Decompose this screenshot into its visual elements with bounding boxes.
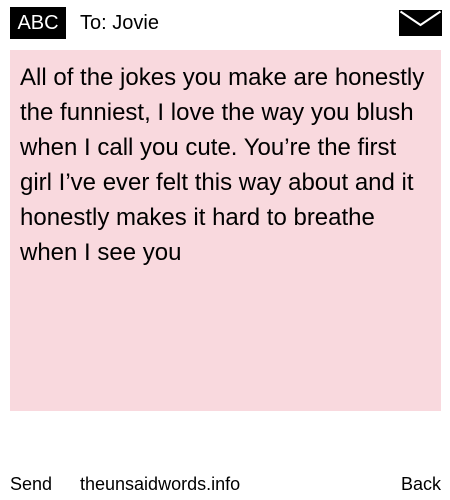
- envelope-icon: [399, 10, 442, 36]
- back-softkey[interactable]: Back: [401, 473, 441, 495]
- message-body-field[interactable]: All of the jokes you make are honestly t…: [10, 50, 441, 411]
- phone-sms-screen: ABC To: Jovie All of the jokes you make …: [0, 0, 450, 500]
- recipient-label: To:: [80, 12, 107, 34]
- recipient-name: Jovie: [112, 12, 159, 34]
- input-mode-badge: ABC: [10, 7, 66, 39]
- site-label: theunsaidwords.info: [80, 474, 241, 494]
- message-text: All of the jokes you make are honestly t…: [20, 64, 425, 266]
- recipient-row: To: Jovie: [80, 7, 159, 39]
- send-softkey[interactable]: Send: [10, 473, 52, 495]
